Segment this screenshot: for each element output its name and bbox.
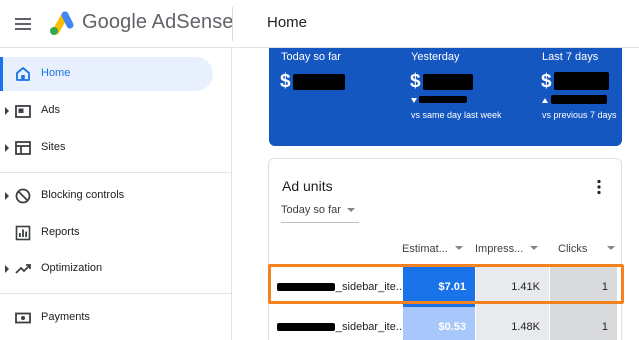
sidebar-item-label: Sites [41, 141, 66, 153]
impressions-cell: 1.41K [476, 267, 549, 307]
yesterday-currency: $ [410, 71, 421, 92]
sidebar-item-label: Payments [41, 311, 90, 323]
ad-unit-name-suffix: _sidebar_ite... [335, 321, 405, 333]
redacted-amount [293, 74, 345, 90]
column-header-impressions[interactable]: Impress... [475, 243, 539, 255]
estimated-earnings-cell: $0.53 [403, 307, 475, 340]
sidebar-item-optimization[interactable]: Optimization [0, 252, 213, 286]
expand-arrow-icon [5, 192, 9, 200]
more-vert-icon[interactable] [594, 179, 604, 195]
yesterday-comparison: vs same day last week [411, 110, 502, 120]
payments-icon [15, 312, 31, 324]
sidebar-item-payments[interactable]: Payments [0, 301, 213, 335]
date-range-dropdown[interactable]: Today so far [281, 200, 355, 220]
ad-unit-name[interactable]: _sidebar_ite... [277, 307, 405, 340]
sidebar-item-label: Home [41, 67, 71, 79]
sidebar-item-sites[interactable]: Sites [0, 131, 213, 165]
date-range-value: Today so far [281, 204, 341, 216]
column-header-label: Estimat... [402, 243, 448, 255]
redacted-change [551, 95, 607, 104]
block-icon [15, 188, 31, 204]
column-header-label: Clicks [558, 243, 588, 255]
reports-icon [15, 225, 31, 241]
column-header-clicks[interactable]: Clicks [558, 243, 616, 255]
clicks-cell: 1 [550, 307, 617, 340]
sort-icon [454, 246, 463, 250]
card-title: Ad units [282, 178, 333, 194]
trend-up-icon [542, 98, 548, 103]
redacted-change [419, 96, 467, 103]
chevron-down-icon [346, 208, 355, 212]
trending-up-icon [15, 264, 31, 274]
last7-currency: $ [541, 71, 552, 92]
brand-name: Google AdSense [82, 11, 234, 33]
clicks-cell: 1 [550, 267, 617, 307]
sidebar-item-label: Blocking controls [41, 189, 125, 201]
redacted-amount [554, 72, 609, 90]
estimated-earnings-cell: $7.01 [403, 267, 475, 307]
dropdown-underline [281, 222, 359, 223]
home-icon [16, 67, 30, 81]
column-header-estimated[interactable]: Estimat... [402, 243, 463, 255]
last7-label: Last 7 days [542, 51, 599, 63]
top-bar: Google AdSense Home [0, 0, 639, 48]
expand-arrow-icon [5, 265, 9, 273]
hamburger-menu-icon[interactable] [12, 13, 34, 35]
expand-arrow-icon [5, 107, 9, 115]
redacted-amount [423, 74, 473, 90]
sidebar-item-reports[interactable]: Reports [0, 216, 213, 250]
sidebar-item-home[interactable]: Home [0, 57, 213, 91]
sidebar-item-blocking-controls[interactable]: Blocking controls [0, 179, 213, 213]
ad-units-card: Ad units Today so far Estimat... Impress… [268, 158, 622, 340]
sort-icon [607, 246, 616, 250]
sidebar: Home Ads Sites Blocking controls Reports… [0, 48, 232, 340]
header-divider [232, 7, 233, 41]
column-header-label: Impress... [475, 243, 524, 255]
redacted-name [277, 283, 335, 291]
sort-icon [530, 246, 539, 250]
ads-icon [15, 105, 31, 118]
sidebar-divider [0, 172, 232, 173]
earnings-summary-card[interactable]: Today so far $ Yesterday $ vs same day l… [269, 48, 622, 146]
table-row[interactable]: _sidebar_ite... $7.01 1.41K 1 [269, 267, 621, 307]
sidebar-item-label: Ads [41, 104, 60, 116]
ad-unit-name[interactable]: _sidebar_ite... [277, 267, 405, 307]
sidebar-item-label: Optimization [41, 262, 103, 274]
last7-comparison: vs previous 7 days [542, 110, 617, 120]
adsense-logo-icon [50, 11, 74, 35]
redacted-name [277, 323, 335, 331]
sidebar-divider [0, 293, 232, 294]
today-label: Today so far [281, 51, 341, 63]
yesterday-label: Yesterday [411, 51, 460, 63]
sidebar-item-label: Reports [41, 226, 80, 238]
sites-icon [15, 141, 31, 155]
impressions-cell: 1.48K [476, 307, 549, 340]
ad-unit-name-suffix: _sidebar_ite... [335, 281, 405, 293]
page-title: Home [267, 14, 308, 31]
trend-down-icon [411, 98, 417, 103]
sidebar-item-ads[interactable]: Ads [0, 94, 213, 128]
table-row[interactable]: _sidebar_ite... $0.53 1.48K 1 [269, 307, 621, 340]
today-currency: $ [280, 71, 291, 92]
expand-arrow-icon [5, 144, 9, 152]
